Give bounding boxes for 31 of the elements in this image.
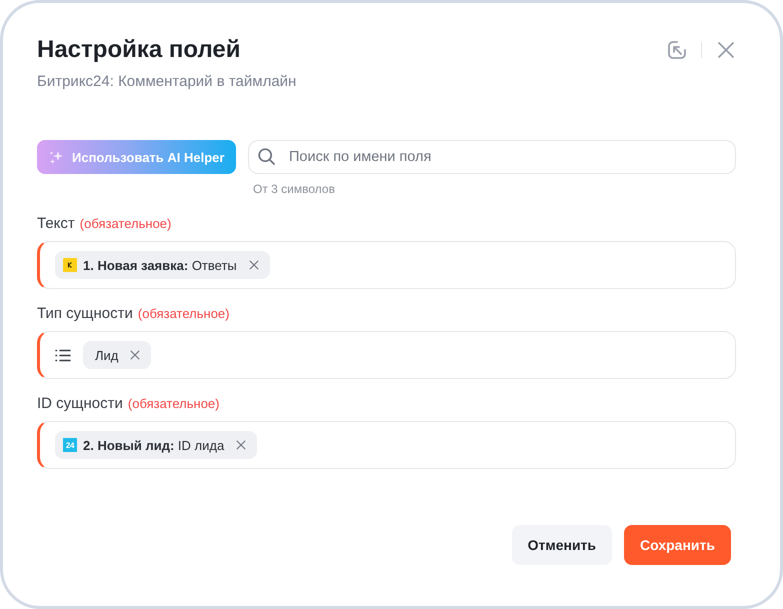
chip-label: Лид: [95, 348, 118, 362]
required-note: (обязательное): [138, 305, 230, 323]
close-icon: [717, 41, 735, 59]
close-button[interactable]: [716, 40, 736, 60]
search-hint: От 3 символов: [253, 182, 336, 197]
input-field[interactable]: Лид: [37, 331, 736, 379]
return-button[interactable]: [667, 40, 687, 60]
search-icon: [258, 148, 275, 165]
close-icon: [130, 350, 140, 360]
app-badge: 24: [63, 438, 77, 452]
variable-chip[interactable]: 1. Новая заявка: Ответы: [55, 251, 270, 279]
variable-chip[interactable]: Лид: [83, 341, 152, 369]
input-field[interactable]: 24 2. Новый лид: ID лида: [37, 421, 736, 469]
search-field[interactable]: Поиск по имени поля: [248, 140, 736, 174]
field-label: ID сущности: [37, 394, 123, 414]
chip-label: 1. Новая заявка: Ответы: [83, 258, 237, 272]
variable-chip[interactable]: 24 2. Новый лид: ID лида: [55, 431, 258, 459]
arrow-square-icon: [667, 40, 687, 60]
dialog-subtitle: Битрикс24: Комментарий в таймлайн: [37, 72, 296, 91]
chip-label: 2. Новый лид: ID лида: [83, 438, 224, 452]
required-note: (обязательное): [80, 215, 172, 233]
sparkles-icon: [49, 150, 64, 164]
close-icon: [236, 440, 246, 450]
field-label: Тип сущности: [37, 304, 133, 324]
field-label: Текст: [37, 214, 75, 234]
required-note: (обязательное): [128, 395, 220, 413]
dialog-title: Настройка полей: [37, 36, 242, 64]
close-icon: [248, 260, 259, 270]
cancel-button[interactable]: Отменить: [512, 525, 612, 565]
input-field[interactable]: 1. Новая заявка: Ответы: [37, 241, 736, 289]
list-icon: [55, 348, 71, 362]
